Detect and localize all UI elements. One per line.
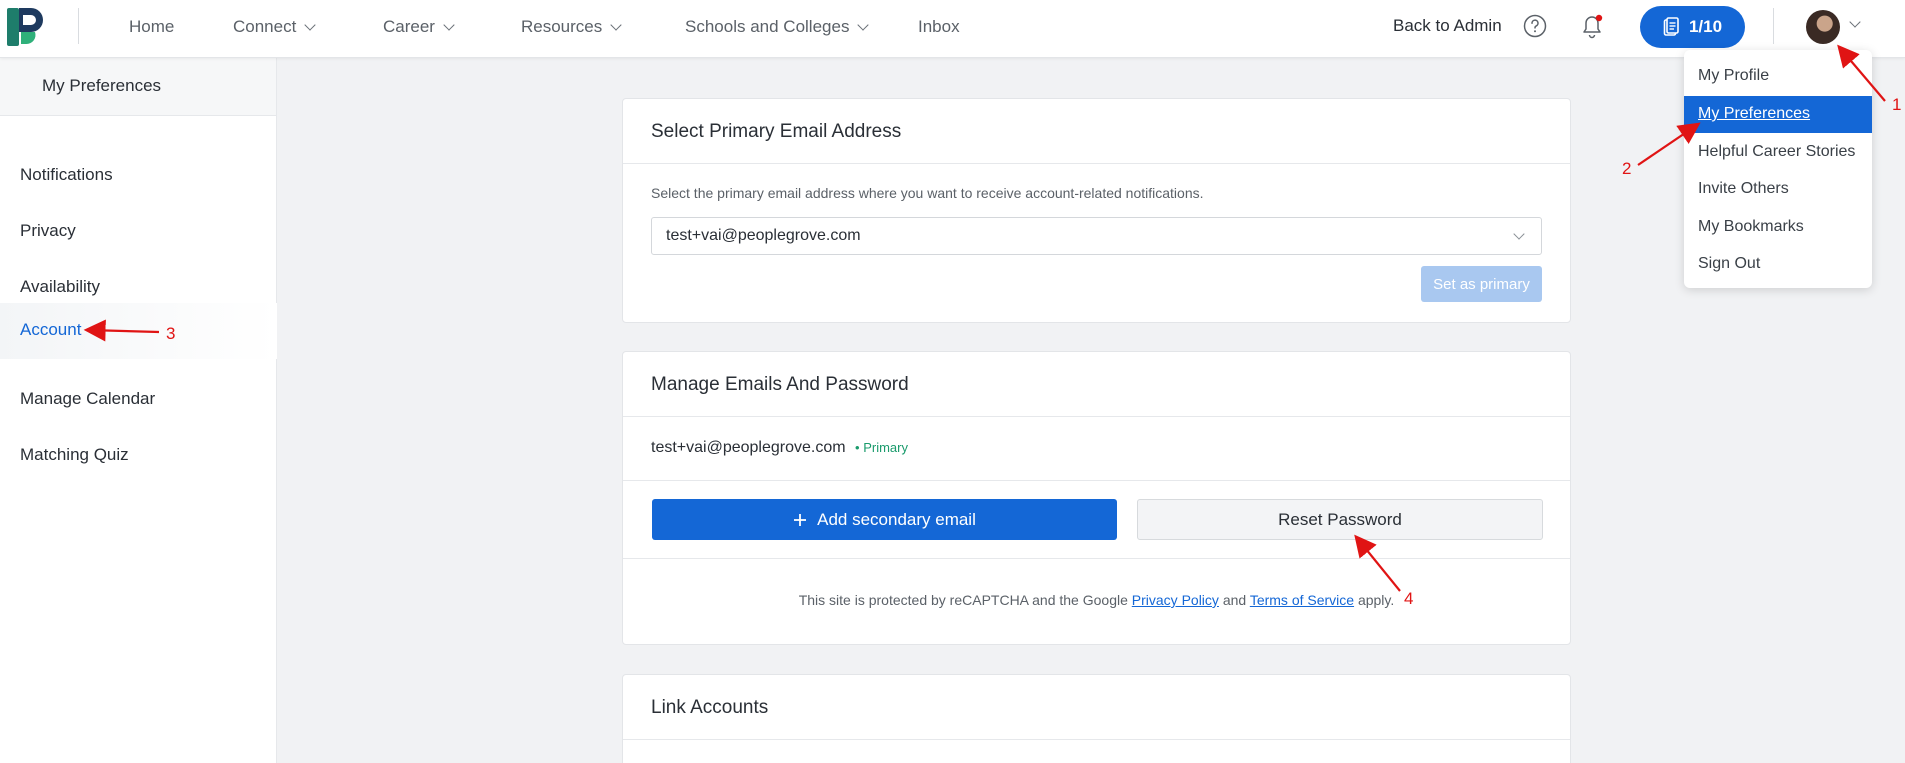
sidebar-item-matching-quiz[interactable]: Matching Quiz [0,428,277,484]
reset-password-button[interactable]: Reset Password [1137,499,1543,540]
nav-connect-label: Connect [233,17,297,36]
chevron-down-icon [857,19,870,31]
email-list-item: test+vai@peoplegrove.com • Primary [623,417,1570,481]
nav-career[interactable]: Career [383,17,455,37]
sidebar-item-label: Availability [20,277,101,296]
progress-counter-label: 1/10 [1688,17,1723,36]
sidebar-item-label: Account [20,320,82,339]
help-circle-icon[interactable] [1523,14,1547,38]
logo-divider [78,8,79,44]
primary-email-card: Select Primary Email Address Select the … [622,98,1571,323]
primary-status-badge: • Primary [855,440,908,455]
annotation-number-3: 3 [166,324,176,343]
menu-item-helpful-career-stories[interactable]: Helpful Career Stories [1684,134,1872,171]
menu-item-invite-others[interactable]: Invite Others [1684,171,1872,208]
primary-email-select[interactable]: test+vai@peoplegrove.com [651,217,1542,255]
menu-item-my-bookmarks[interactable]: My Bookmarks [1684,209,1872,246]
nav-schools-label: Schools and Colleges [685,17,850,36]
sidebar-item-label: Manage Calendar [20,389,156,408]
recaptcha-text: This site is protected by reCAPTCHA and … [798,592,1128,608]
recaptcha-notice: This site is protected by reCAPTCHA and … [623,592,1570,608]
add-secondary-email-label: Add secondary email [817,509,976,529]
add-secondary-email-button[interactable]: Add secondary email [652,499,1117,540]
sidebar-item-label: Notifications [20,165,113,184]
nav-career-label: Career [383,17,435,36]
terms-of-service-link[interactable]: Terms of Service [1250,592,1354,608]
annotation-number-1: 1 [1892,95,1902,114]
sidebar-item-label: Matching Quiz [20,445,129,464]
chevron-down-icon[interactable] [1849,16,1861,28]
clipboard-icon [1663,17,1679,36]
recaptcha-and: and [1222,592,1247,608]
nav-schools-and-colleges[interactable]: Schools and Colleges [685,17,870,37]
divider [623,558,1570,559]
primary-email-description: Select the primary email address where y… [651,185,1204,201]
set-as-primary-button[interactable]: Set as primary [1421,266,1542,302]
primary-email-card-title: Select Primary Email Address [623,99,1570,164]
recaptcha-apply: apply. [1357,592,1395,608]
manage-emails-card-title: Manage Emails And Password [623,352,1570,417]
progress-counter-button[interactable]: 1/10 [1640,6,1745,48]
sidebar-item-privacy[interactable]: Privacy [0,204,277,260]
top-navigation-bar: Home Connect Career Resources Schools an… [0,0,1905,58]
header-divider [1773,8,1774,44]
sidebar-item-account[interactable]: Account [0,303,277,359]
annotation-number-2: 2 [1622,159,1632,178]
sidebar-item-manage-calendar[interactable]: Manage Calendar [0,372,277,428]
nav-home-label: Home [129,17,175,36]
chevron-down-icon [443,19,455,31]
primary-email-select-value: test+vai@peoplegrove.com [666,227,861,244]
back-to-admin-link[interactable]: Back to Admin [1393,16,1502,36]
nav-inbox[interactable]: Inbox [918,17,960,37]
peoplegrove-logo-icon[interactable] [6,6,46,48]
nav-home[interactable]: Home [129,17,174,37]
link-accounts-card-title: Link Accounts [623,675,1570,740]
link-accounts-card: Link Accounts [622,674,1571,763]
nav-inbox-label: Inbox [918,17,960,36]
preferences-sidebar: My Preferences Notifications Privacy Ava… [0,58,277,763]
chevron-down-icon [1513,228,1525,240]
bell-icon[interactable] [1579,12,1605,40]
plus-icon [794,513,807,526]
user-menu-dropdown: My Profile My Preferences Helpful Career… [1684,50,1872,288]
nav-resources-label: Resources [521,17,603,36]
nav-resources[interactable]: Resources [521,17,622,37]
menu-item-sign-out[interactable]: Sign Out [1684,246,1872,283]
nav-connect[interactable]: Connect [233,17,316,37]
chevron-down-icon [610,19,622,31]
sidebar-item-notifications[interactable]: Notifications [0,148,277,204]
privacy-policy-link[interactable]: Privacy Policy [1132,592,1219,608]
annotation-number-4: 4 [1404,589,1414,608]
user-avatar[interactable] [1806,10,1840,44]
chevron-down-icon [304,19,316,31]
sidebar-item-label: Privacy [20,221,76,240]
menu-item-my-profile[interactable]: My Profile [1684,58,1872,95]
sidebar-heading: My Preferences [0,58,276,116]
manage-emails-card: Manage Emails And Password test+vai@peop… [622,351,1571,645]
menu-item-my-preferences[interactable]: My Preferences [1684,96,1872,133]
email-address: test+vai@peoplegrove.com [651,439,846,456]
